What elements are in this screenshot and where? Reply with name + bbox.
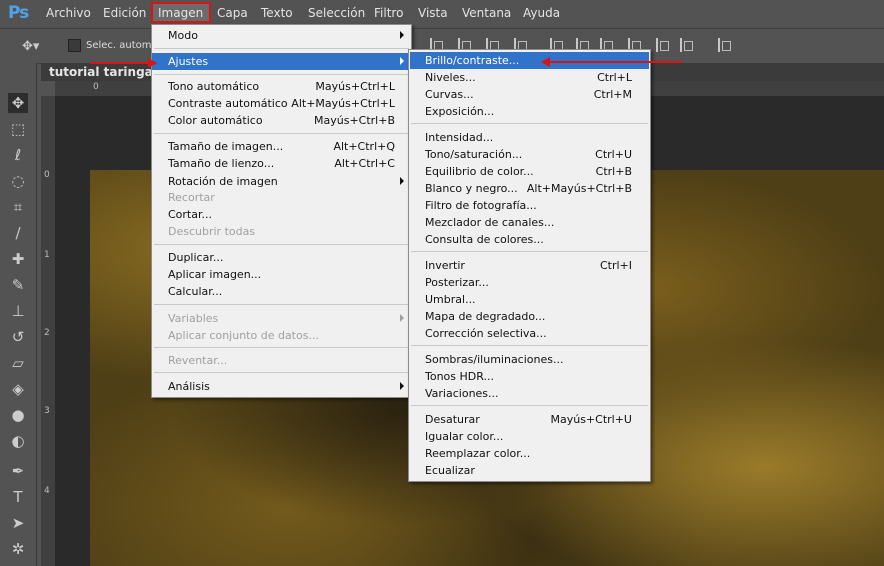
imagen-dropdown-menu: Modo Ajustes Tono automático Mayús+Ctrl+L… — [151, 24, 412, 398]
menu-item-aplicar-conjunto-datos: Aplicar conjunto de datos... — [168, 329, 319, 342]
ajustes-submenu: Brillo/contraste... Niveles... Ctrl+L Cur… — [408, 49, 651, 482]
menu-item-cortar[interactable]: Cortar... — [152, 206, 411, 223]
ruler-vertical: 0 1 2 3 4 — [41, 96, 56, 566]
photoshop-logo: Ps — [8, 3, 29, 23]
menu-item-rotacion-imagen[interactable]: Rotación de imagen — [152, 173, 411, 190]
submenu-arrow-icon — [400, 57, 404, 65]
annotation-arrow-brillo — [550, 61, 682, 63]
distribute-hcenter-icon[interactable] — [656, 38, 670, 52]
marquee-tool-icon[interactable]: ⬚ — [8, 119, 28, 139]
tools-panel: ✥ ⬚ ℓ ◌ ⌗ ∕ ✚ ✎ ⊥ ↺ ▱ ◈ ● ◐ ✒ T ➤ ✲ — [0, 63, 37, 566]
shape-tool-icon[interactable]: ✲ — [8, 539, 28, 559]
menu-item-reventar: Reventar... — [168, 354, 228, 367]
menu-item-curvas[interactable]: Curvas... Ctrl+M — [409, 86, 650, 103]
menu-item-sombras-iluminaciones[interactable]: Sombras/iluminaciones... — [409, 351, 650, 368]
menu-item-invertir[interactable]: Invertir Ctrl+I — [409, 257, 650, 274]
move-tool-icon[interactable]: ✥ — [8, 93, 28, 113]
ruler-left-label: 0 — [44, 170, 50, 180]
menu-item-ecualizar[interactable]: Ecualizar — [409, 462, 650, 479]
menu-item-color-automatico[interactable]: Color automático Mayús+Ctrl+B — [152, 112, 411, 129]
menu-item-descubrir-todas: Descubrir todas — [168, 225, 256, 238]
ruler-left-label: 3 — [44, 406, 50, 416]
ruler-left-label: 4 — [44, 486, 50, 496]
annotation-arrowhead-icon — [148, 58, 157, 68]
menu-item-correccion-selectiva[interactable]: Corrección selectiva... — [409, 325, 650, 342]
menu-item-ajustes[interactable]: Ajustes — [152, 53, 411, 70]
ruler-left-label: 1 — [44, 250, 50, 260]
path-select-tool-icon[interactable]: ➤ — [8, 513, 28, 533]
menu-item-tono-saturacion[interactable]: Tono/saturación... Ctrl+U — [409, 146, 650, 163]
menu-vista[interactable]: Vista — [418, 6, 448, 20]
paint-bucket-tool-icon[interactable]: ◈ — [8, 379, 28, 399]
quick-select-tool-icon[interactable]: ◌ — [8, 171, 28, 191]
menu-item-recortar: Recortar — [168, 191, 215, 204]
menu-item-filtro-fotografia[interactable]: Filtro de fotografía... — [409, 197, 650, 214]
eraser-tool-icon[interactable]: ▱ — [8, 353, 28, 373]
lasso-tool-icon[interactable]: ℓ — [8, 145, 28, 165]
menu-item-tonos-hdr[interactable]: Tonos HDR... — [409, 368, 650, 385]
submenu-arrow-icon — [400, 314, 404, 322]
menu-item-consulta-colores[interactable]: Consulta de colores... — [409, 231, 650, 248]
menu-ayuda[interactable]: Ayuda — [523, 6, 560, 20]
menu-item-tono-automatico[interactable]: Tono automático Mayús+Ctrl+L — [152, 78, 411, 95]
submenu-arrow-icon — [400, 31, 404, 39]
menu-item-desaturar[interactable]: Desaturar Mayús+Ctrl+U — [409, 411, 650, 428]
menu-item-umbral[interactable]: Umbral... — [409, 291, 650, 308]
submenu-arrow-icon — [400, 177, 404, 185]
menu-item-intensidad[interactable]: Intensidad... — [409, 129, 650, 146]
menu-edicion[interactable]: Edición — [103, 6, 146, 20]
menu-ventana[interactable]: Ventana — [462, 6, 511, 20]
menu-archivo[interactable]: Archivo — [46, 6, 91, 20]
menu-item-variaciones[interactable]: Variaciones... — [409, 385, 650, 402]
menu-item-mezclador-canales[interactable]: Mezclador de canales... — [409, 214, 650, 231]
brush-tool-icon[interactable]: ✎ — [8, 275, 28, 295]
menu-item-modo[interactable]: Modo — [152, 27, 411, 44]
type-tool-icon[interactable]: T — [8, 487, 28, 507]
ruler-top-label: 0 — [93, 82, 99, 92]
auto-align-layers-icon[interactable] — [718, 38, 732, 52]
ruler-left-label: 2 — [44, 328, 50, 338]
menu-item-mapa-degradado[interactable]: Mapa de degradado... — [409, 308, 650, 325]
healing-tool-icon[interactable]: ✚ — [8, 249, 28, 269]
menu-capa[interactable]: Capa — [217, 6, 248, 20]
distribute-right-icon[interactable] — [680, 38, 694, 52]
menu-filtro[interactable]: Filtro — [374, 6, 403, 20]
menu-seleccion[interactable]: Selección — [308, 6, 365, 20]
annotation-arrowhead-icon — [541, 57, 550, 67]
pen-tool-icon[interactable]: ✒ — [8, 461, 28, 481]
history-brush-tool-icon[interactable]: ↺ — [8, 327, 28, 347]
menu-item-niveles[interactable]: Niveles... Ctrl+L — [409, 69, 650, 86]
menu-item-tamano-imagen[interactable]: Tamaño de imagen... Alt+Ctrl+Q — [152, 138, 411, 155]
menu-item-exposicion[interactable]: Exposición... — [409, 103, 650, 120]
move-tool-preset-icon[interactable]: ✥▾ — [22, 39, 39, 54]
menu-item-reemplazar-color[interactable]: Reemplazar color... — [409, 445, 650, 462]
menu-item-analisis[interactable]: Análisis — [152, 378, 411, 395]
menu-item-igualar-color[interactable]: Igualar color... — [409, 428, 650, 445]
menu-texto[interactable]: Texto — [261, 6, 293, 20]
menu-item-calcular[interactable]: Calcular... — [152, 283, 411, 300]
submenu-arrow-icon — [400, 382, 404, 390]
menu-item-aplicar-imagen[interactable]: Aplicar imagen... — [152, 266, 411, 283]
menu-item-posterizar[interactable]: Posterizar... — [409, 274, 650, 291]
annotation-arrow-ajustes — [90, 62, 148, 64]
menu-item-blanco-negro[interactable]: Blanco y negro... Alt+Mayús+Ctrl+B — [409, 180, 650, 197]
crop-tool-icon[interactable]: ⌗ — [8, 197, 28, 217]
auto-select-checkbox[interactable] — [68, 39, 81, 52]
menu-item-duplicar[interactable]: Duplicar... — [152, 249, 411, 266]
menu-item-equilibrio-color[interactable]: Equilibrio de color... Ctrl+B — [409, 163, 650, 180]
blur-tool-icon[interactable]: ● — [8, 405, 28, 425]
menu-item-contraste-automatico[interactable]: Contraste automático Alt+Mayús+Ctrl+L — [152, 95, 411, 112]
menu-item-tamano-lienzo[interactable]: Tamaño de lienzo... Alt+Ctrl+C — [152, 155, 411, 172]
dodge-tool-icon[interactable]: ◐ — [8, 431, 28, 451]
stamp-tool-icon[interactable]: ⊥ — [8, 301, 28, 321]
menu-bar: Ps Archivo Edición Imagen Capa Texto Sel… — [0, 0, 884, 27]
auto-select-label: Selec. autom.: — [86, 40, 159, 51]
eyedropper-tool-icon[interactable]: ∕ — [8, 223, 28, 243]
menu-imagen[interactable]: Imagen — [158, 6, 203, 20]
menu-item-variables: Variables — [152, 310, 411, 327]
